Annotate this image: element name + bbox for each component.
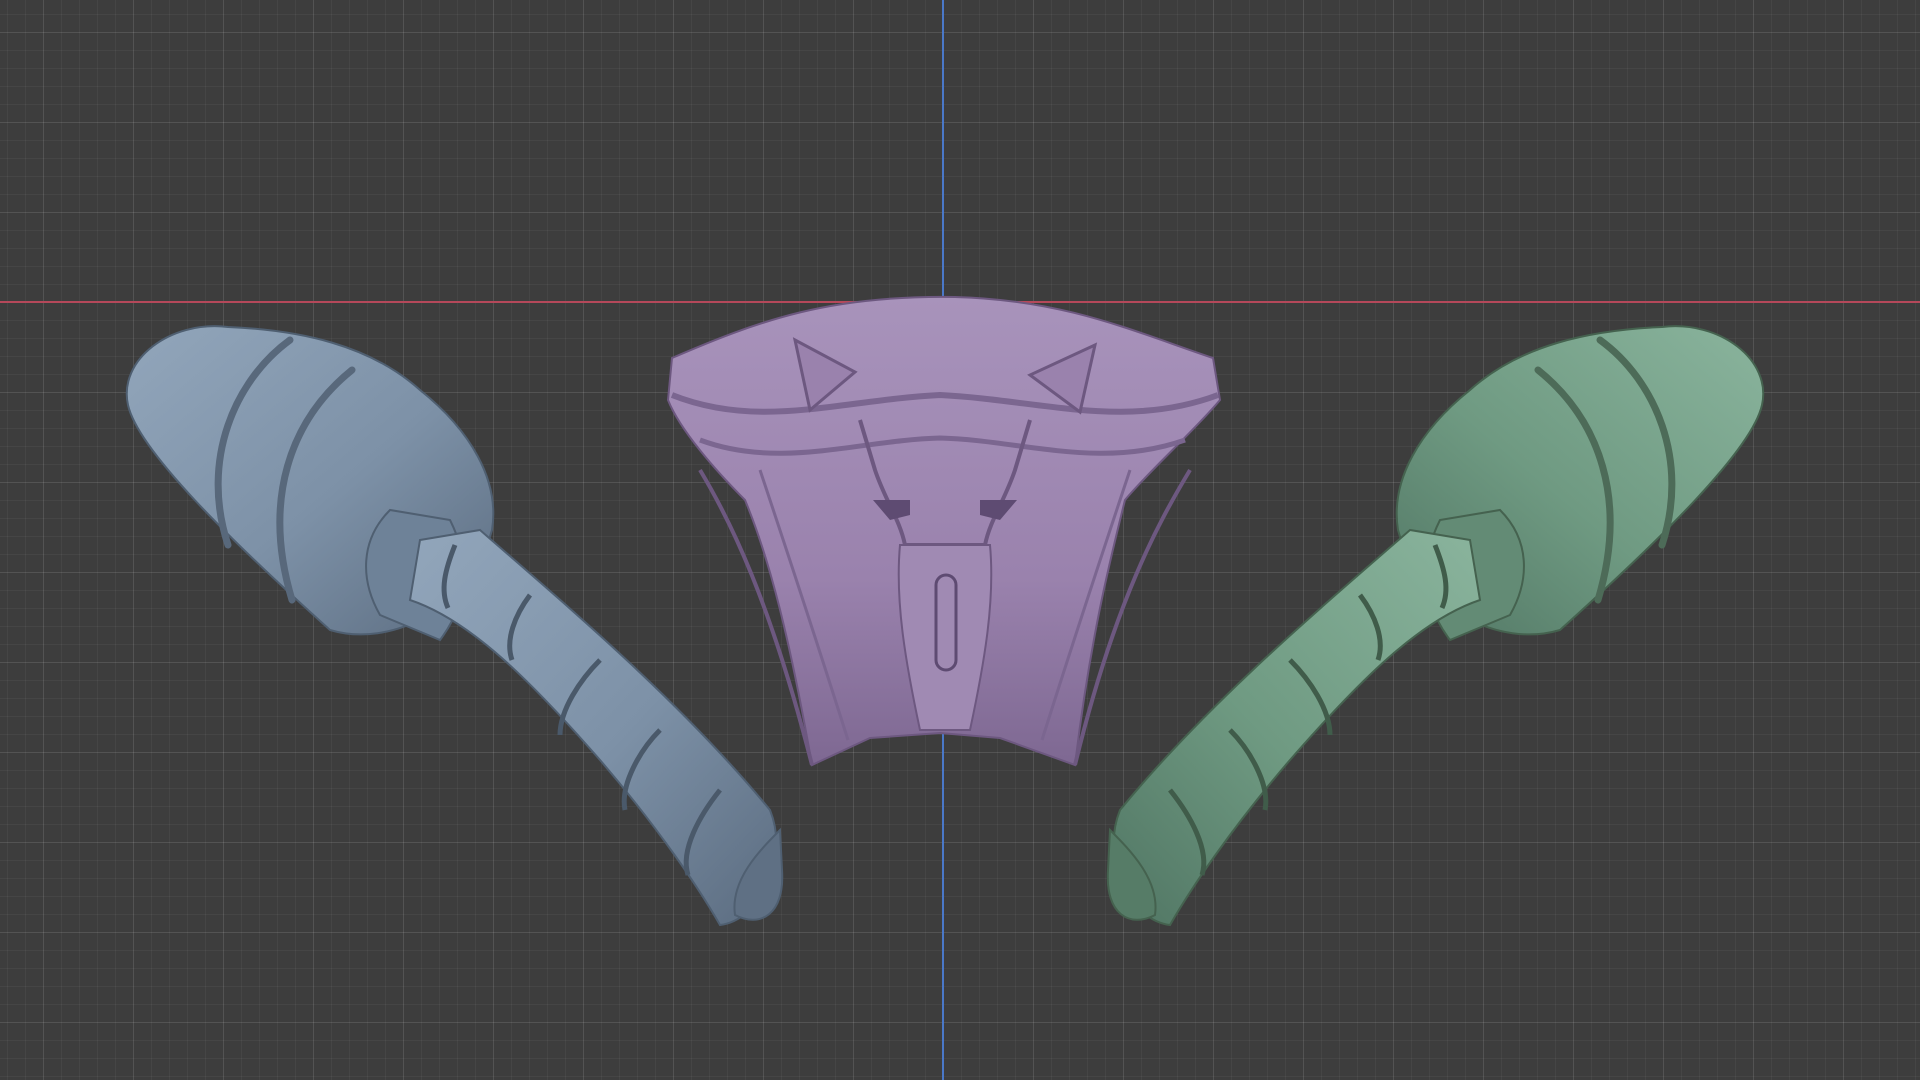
- mask-shell[interactable]: [666, 295, 1222, 767]
- viewport-scene[interactable]: [0, 0, 1920, 1080]
- 3d-viewport[interactable]: [0, 0, 1920, 1080]
